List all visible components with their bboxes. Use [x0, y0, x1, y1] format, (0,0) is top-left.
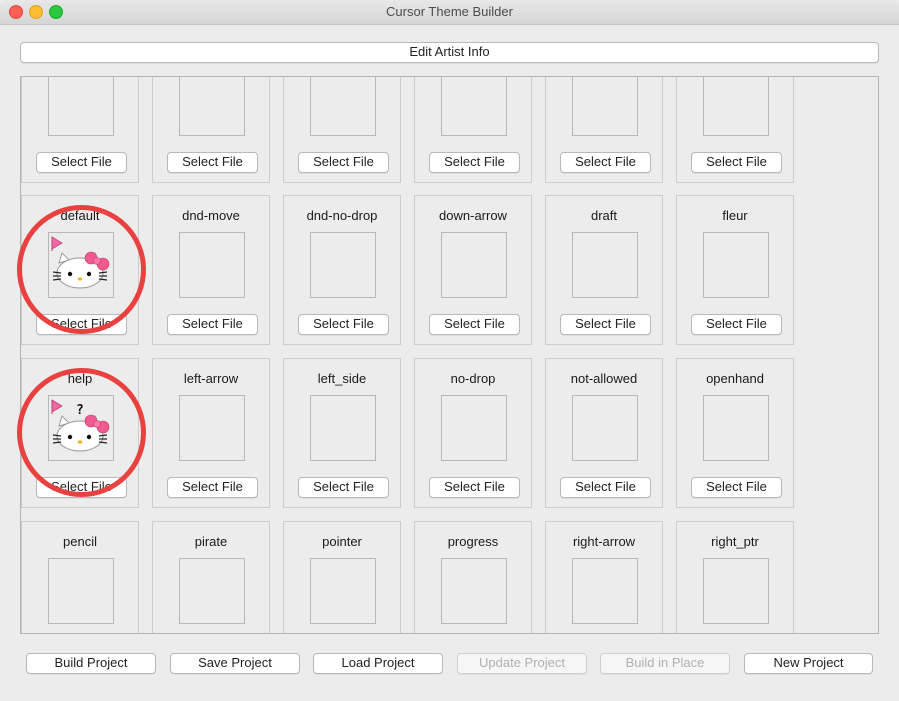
cursor-name-label: pointer — [322, 534, 362, 549]
cursor-name-label: left-arrow — [183, 371, 239, 386]
cursor-preview-box — [703, 77, 769, 136]
build-in-place-button[interactable]: Build in Place — [600, 653, 730, 674]
select-file-button[interactable]: Select File — [691, 477, 782, 498]
cursor-name-label: draft — [590, 208, 617, 223]
select-file-button[interactable]: Select File — [429, 477, 520, 498]
select-file-button[interactable]: Select File — [298, 152, 389, 173]
cursor-preview-box — [572, 395, 638, 461]
cursor-cell: Select File — [545, 77, 663, 183]
select-file-button[interactable]: Select File — [36, 314, 127, 335]
hello-kitty-cursor-icon — [51, 236, 110, 289]
cursor-preview-box — [48, 558, 114, 624]
update-project-button[interactable]: Update Project — [457, 653, 587, 674]
cursor-cell: pointerSelect File — [283, 521, 401, 633]
cursor-preview-box — [310, 232, 376, 298]
svg-text:?: ? — [76, 403, 84, 418]
cursor-name-label: down-arrow — [439, 208, 507, 223]
cursor-name-label: no-drop — [450, 371, 496, 386]
window-title: Cursor Theme Builder — [386, 4, 513, 19]
cursor-name-label: right_ptr — [711, 534, 759, 549]
cursor-preview-box: ? — [48, 395, 114, 461]
select-file-button[interactable]: Select File — [36, 477, 127, 498]
cursor-name-label: dnd-move — [182, 208, 240, 223]
cursor-cell: Select File — [414, 77, 532, 183]
cursor-name-label: left_side — [317, 371, 367, 386]
select-file-button[interactable]: Select File — [560, 152, 651, 173]
cursor-cell: help? Select File — [21, 358, 139, 508]
cursor-preview-box — [179, 395, 245, 461]
save-project-button[interactable]: Save Project — [170, 653, 300, 674]
select-file-button[interactable]: Select File — [298, 314, 389, 335]
new-project-button[interactable]: New Project — [744, 653, 873, 674]
cursor-grid-scroll-area[interactable]: Select File Select File Select File Select … — [20, 76, 879, 634]
edit-artist-info-button[interactable]: Edit Artist Info — [20, 42, 879, 63]
cursor-preview-box — [179, 558, 245, 624]
load-project-button[interactable]: Load Project — [313, 653, 443, 674]
select-file-button[interactable]: Select File — [560, 477, 651, 498]
cursor-cell: Select File — [21, 77, 139, 183]
cursor-name-label: default — [60, 208, 100, 223]
cursor-cell: Select File — [152, 77, 270, 183]
cursor-preview-box — [179, 232, 245, 298]
cursor-cell: pirateSelect File — [152, 521, 270, 633]
cursor-name-label: progress — [447, 534, 499, 549]
cursor-name-label: right-arrow — [572, 534, 636, 549]
select-file-button[interactable]: Select File — [691, 152, 782, 173]
cursor-preview-box — [179, 77, 245, 136]
cursor-preview-box — [572, 232, 638, 298]
cursor-preview-box — [441, 77, 507, 136]
cursor-cell: fleur Select File — [676, 195, 794, 345]
select-file-button[interactable]: Select File — [560, 314, 651, 335]
title-bar: Cursor Theme Builder — [0, 0, 899, 25]
cursor-cell: pencilSelect File — [21, 521, 139, 633]
cursor-name-label: pirate — [194, 534, 228, 549]
select-file-button[interactable]: Select File — [167, 477, 258, 498]
cursor-name-label: pencil — [63, 534, 97, 549]
select-file-button[interactable]: Select File — [429, 152, 520, 173]
cursor-cell: not-allowed Select File — [545, 358, 663, 508]
select-file-button[interactable]: Select File — [167, 314, 258, 335]
cursor-preview-box — [48, 77, 114, 136]
cursor-name-label: dnd-no-drop — [306, 208, 378, 223]
cursor-preview-box — [441, 558, 507, 624]
select-file-button[interactable]: Select File — [429, 314, 520, 335]
cursor-cell: draft Select File — [545, 195, 663, 345]
cursor-preview-box — [441, 395, 507, 461]
select-file-button[interactable]: Select File — [36, 152, 127, 173]
cursor-preview-box — [572, 558, 638, 624]
cursor-name-label: help — [67, 371, 93, 386]
cursor-preview-box — [703, 232, 769, 298]
cursor-name-label: fleur — [722, 208, 748, 223]
cursor-cell: right_ptrSelect File — [676, 521, 794, 633]
cursor-preview-box — [572, 77, 638, 136]
cursor-preview-box — [310, 77, 376, 136]
cursor-cell: dnd-no-drop Select File — [283, 195, 401, 345]
cursor-cell: no-drop Select File — [414, 358, 532, 508]
hello-kitty-cursor-icon: ? — [51, 399, 110, 452]
cursor-name-label: openhand — [706, 371, 764, 386]
cursor-preview-box — [48, 232, 114, 298]
cursor-preview-box — [703, 558, 769, 624]
select-file-button[interactable]: Select File — [167, 152, 258, 173]
build-project-button[interactable]: Build Project — [26, 653, 156, 674]
cursor-cell: openhand Select File — [676, 358, 794, 508]
cursor-preview-box — [703, 395, 769, 461]
cursor-cell: default Select File — [21, 195, 139, 345]
cursor-name-label: not-allowed — [570, 371, 638, 386]
cursor-cell: left-arrow Select File — [152, 358, 270, 508]
cursor-cell: Select File — [676, 77, 794, 183]
cursor-cell: right-arrowSelect File — [545, 521, 663, 633]
cursor-cell: down-arrow Select File — [414, 195, 532, 345]
cursor-cell: dnd-move Select File — [152, 195, 270, 345]
cursor-cell: Select File — [283, 77, 401, 183]
cursor-preview-box — [310, 395, 376, 461]
select-file-button[interactable]: Select File — [298, 477, 389, 498]
cursor-preview-box — [310, 558, 376, 624]
app-window: Cursor Theme Builder Edit Artist Info Se… — [0, 0, 899, 701]
cursor-cell: left_side Select File — [283, 358, 401, 508]
select-file-button[interactable]: Select File — [691, 314, 782, 335]
cursor-cell: progressSelect File — [414, 521, 532, 633]
cursor-preview-box — [441, 232, 507, 298]
